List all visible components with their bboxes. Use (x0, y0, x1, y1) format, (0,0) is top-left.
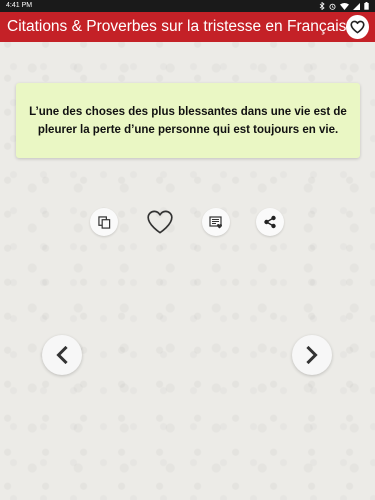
next-quote-button[interactable] (292, 335, 332, 375)
copy-button[interactable] (90, 208, 118, 236)
alarm-icon (329, 3, 336, 10)
status-icons (319, 2, 369, 10)
wifi-icon (340, 2, 349, 10)
favorites-button[interactable] (346, 15, 369, 39)
status-bar: 4:41 PM (0, 0, 375, 12)
quote-card: L’une des choses des plus blessantes dan… (16, 83, 360, 158)
heart-outline-icon (147, 210, 173, 234)
bluetooth-icon (319, 2, 325, 10)
favorite-button[interactable] (142, 207, 178, 237)
app-bar: Citations & Proverbes sur la tristesse e… (0, 12, 375, 42)
heart-outline-icon (350, 20, 365, 34)
chevron-right-icon (306, 346, 318, 364)
share-icon (264, 215, 276, 229)
previous-quote-button[interactable] (42, 335, 82, 375)
copy-icon (97, 215, 110, 229)
app-title: Citations & Proverbes sur la tristesse e… (7, 18, 347, 35)
signal-icon (353, 2, 360, 10)
note-icon (209, 215, 222, 228)
share-button[interactable] (256, 208, 284, 236)
battery-icon (364, 2, 369, 10)
status-time: 4:41 PM (6, 2, 33, 9)
quote-text: L’une des choses des plus blessantes dan… (29, 105, 347, 136)
chevron-left-icon (56, 346, 68, 364)
note-button[interactable] (202, 208, 230, 236)
